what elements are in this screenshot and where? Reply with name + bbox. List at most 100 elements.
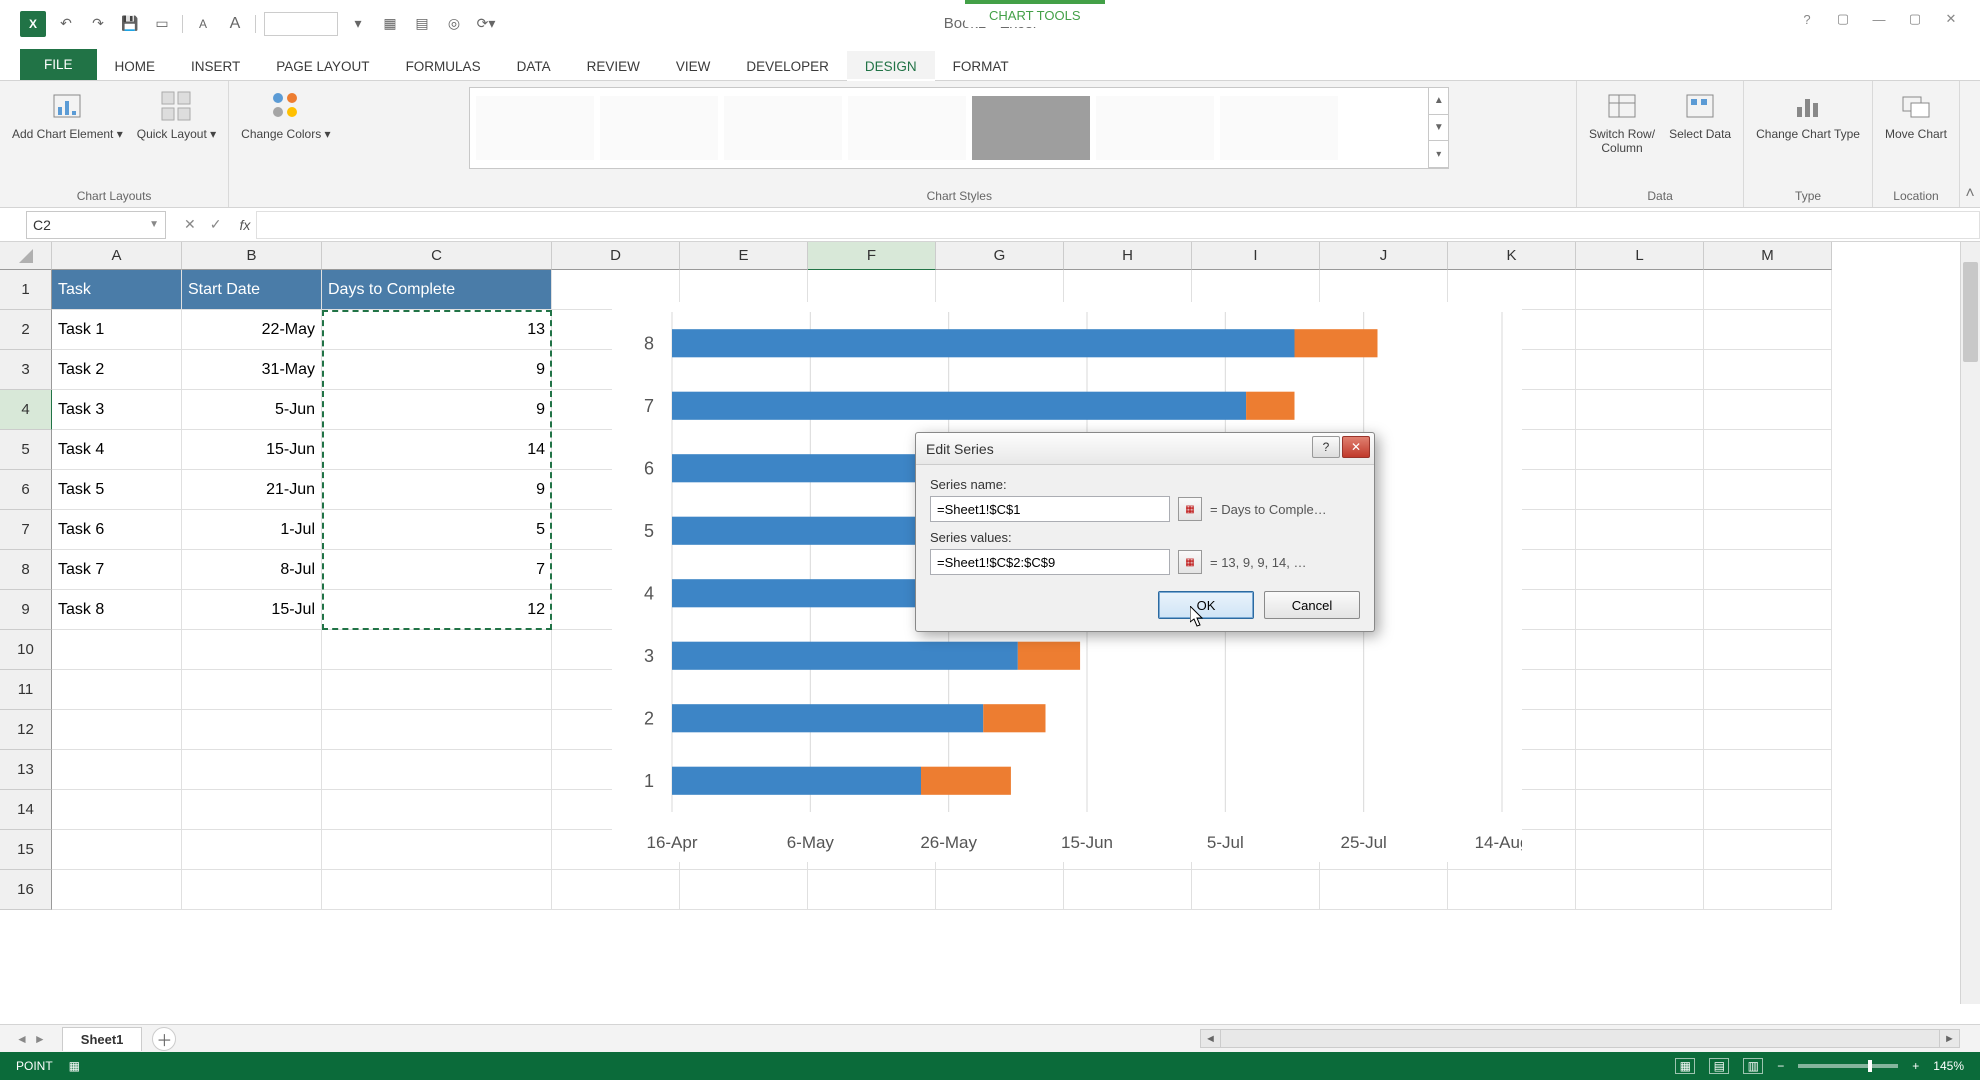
qat-icon-3[interactable]: ◎ bbox=[442, 12, 466, 36]
cell[interactable] bbox=[1704, 430, 1832, 470]
view-page-layout-icon[interactable]: ▤ bbox=[1709, 1058, 1729, 1074]
cell[interactable] bbox=[1576, 710, 1704, 750]
cell[interactable] bbox=[1704, 510, 1832, 550]
select-data-button[interactable]: Select Data bbox=[1667, 87, 1733, 157]
cell[interactable]: Task 5 bbox=[52, 470, 182, 510]
change-colors-button[interactable]: Change Colors ▾ bbox=[239, 87, 332, 143]
row-header[interactable]: 4 bbox=[0, 390, 52, 430]
row-header[interactable]: 10 bbox=[0, 630, 52, 670]
style-thumb[interactable] bbox=[1220, 96, 1338, 160]
cell[interactable] bbox=[1576, 310, 1704, 350]
cell[interactable]: 5-Jun bbox=[182, 390, 322, 430]
touch-mode-icon[interactable]: ▭ bbox=[150, 12, 174, 36]
close-icon[interactable]: ✕ bbox=[1942, 10, 1960, 28]
dialog-close-icon[interactable]: ✕ bbox=[1342, 436, 1370, 458]
cell[interactable] bbox=[1576, 750, 1704, 790]
cell[interactable] bbox=[1576, 390, 1704, 430]
save-icon[interactable]: 💾 bbox=[118, 12, 142, 36]
cell[interactable] bbox=[1576, 590, 1704, 630]
cell[interactable]: 15-Jun bbox=[182, 430, 322, 470]
cell[interactable] bbox=[322, 670, 552, 710]
macro-record-icon[interactable]: ▦ bbox=[69, 1059, 80, 1073]
cell[interactable] bbox=[182, 670, 322, 710]
cell[interactable] bbox=[1576, 670, 1704, 710]
cell[interactable] bbox=[1704, 790, 1832, 830]
cell[interactable] bbox=[1704, 310, 1832, 350]
cell[interactable] bbox=[1704, 470, 1832, 510]
tab-developer[interactable]: DEVELOPER bbox=[728, 51, 847, 80]
cell[interactable] bbox=[182, 790, 322, 830]
style-thumb-selected[interactable] bbox=[972, 96, 1090, 160]
cell[interactable]: 14 bbox=[322, 430, 552, 470]
column-header[interactable]: J bbox=[1320, 242, 1448, 270]
undo-icon[interactable]: ↶ bbox=[54, 12, 78, 36]
cell[interactable] bbox=[52, 870, 182, 910]
cell[interactable]: 7 bbox=[322, 550, 552, 590]
column-header[interactable]: A bbox=[52, 242, 182, 270]
name-box-dropdown-icon[interactable]: ▼ bbox=[149, 219, 159, 230]
cell[interactable] bbox=[1448, 870, 1576, 910]
column-header[interactable]: M bbox=[1704, 242, 1832, 270]
font-size-selector[interactable] bbox=[264, 12, 338, 36]
cell[interactable] bbox=[1576, 870, 1704, 910]
cell[interactable] bbox=[1576, 430, 1704, 470]
cell[interactable]: 22-May bbox=[182, 310, 322, 350]
cell[interactable]: 21-Jun bbox=[182, 470, 322, 510]
cell[interactable] bbox=[1704, 350, 1832, 390]
qat-icon-1[interactable]: ▦ bbox=[378, 12, 402, 36]
cell[interactable] bbox=[1576, 550, 1704, 590]
sheet-nav-prev-icon[interactable]: ◄ bbox=[16, 1032, 28, 1046]
cell[interactable] bbox=[182, 710, 322, 750]
font-increase-icon[interactable]: A bbox=[223, 12, 247, 36]
cell[interactable]: 1-Jul bbox=[182, 510, 322, 550]
cell[interactable] bbox=[1320, 870, 1448, 910]
range-picker-icon[interactable]: ▦ bbox=[1178, 550, 1202, 574]
row-header[interactable]: 11 bbox=[0, 670, 52, 710]
cell[interactable]: Task 2 bbox=[52, 350, 182, 390]
cell[interactable] bbox=[52, 830, 182, 870]
font-decrease-icon[interactable]: A bbox=[191, 12, 215, 36]
cell[interactable] bbox=[182, 750, 322, 790]
scroll-left-icon[interactable]: ◄ bbox=[1201, 1030, 1221, 1047]
chart-styles-gallery[interactable]: ▲ ▼ ▾ bbox=[469, 87, 1449, 169]
row-header[interactable]: 12 bbox=[0, 710, 52, 750]
cell[interactable] bbox=[1704, 590, 1832, 630]
zoom-level[interactable]: 145% bbox=[1933, 1059, 1964, 1073]
dialog-help-icon[interactable]: ? bbox=[1312, 436, 1340, 458]
tab-file[interactable]: FILE bbox=[20, 49, 97, 80]
move-chart-button[interactable]: Move Chart bbox=[1883, 87, 1949, 143]
new-sheet-button[interactable]: ＋ bbox=[152, 1027, 176, 1051]
column-header[interactable]: G bbox=[936, 242, 1064, 270]
cell[interactable] bbox=[182, 830, 322, 870]
cell[interactable] bbox=[1576, 270, 1704, 310]
cell[interactable] bbox=[52, 710, 182, 750]
tab-view[interactable]: VIEW bbox=[658, 51, 729, 80]
cell[interactable] bbox=[1704, 750, 1832, 790]
tab-insert[interactable]: INSERT bbox=[173, 51, 258, 80]
enter-entry-icon[interactable]: ✓ bbox=[210, 216, 222, 233]
tab-design[interactable]: DESIGN bbox=[847, 51, 935, 80]
app-icon[interactable]: X bbox=[20, 11, 46, 37]
cell[interactable]: Task 4 bbox=[52, 430, 182, 470]
cell[interactable] bbox=[1576, 630, 1704, 670]
cell[interactable] bbox=[1064, 870, 1192, 910]
qat-icon-4[interactable]: ⟳▾ bbox=[474, 12, 498, 36]
view-normal-icon[interactable]: ▦ bbox=[1675, 1058, 1695, 1074]
column-header[interactable]: B bbox=[182, 242, 322, 270]
cell[interactable]: 13 bbox=[322, 310, 552, 350]
tab-page-layout[interactable]: PAGE LAYOUT bbox=[258, 51, 387, 80]
series-name-input[interactable] bbox=[930, 496, 1170, 522]
scroll-right-icon[interactable]: ► bbox=[1939, 1030, 1959, 1047]
cell[interactable] bbox=[1576, 510, 1704, 550]
cell[interactable] bbox=[1192, 870, 1320, 910]
column-header[interactable]: I bbox=[1192, 242, 1320, 270]
row-header[interactable]: 7 bbox=[0, 510, 52, 550]
cell[interactable] bbox=[52, 630, 182, 670]
style-thumb[interactable] bbox=[848, 96, 966, 160]
cell[interactable] bbox=[322, 790, 552, 830]
redo-icon[interactable]: ↷ bbox=[86, 12, 110, 36]
zoom-in-icon[interactable]: + bbox=[1912, 1059, 1919, 1073]
row-header[interactable]: 6 bbox=[0, 470, 52, 510]
dialog-titlebar[interactable]: Edit Series ? ✕ bbox=[916, 433, 1374, 465]
column-header[interactable]: F bbox=[808, 242, 936, 270]
